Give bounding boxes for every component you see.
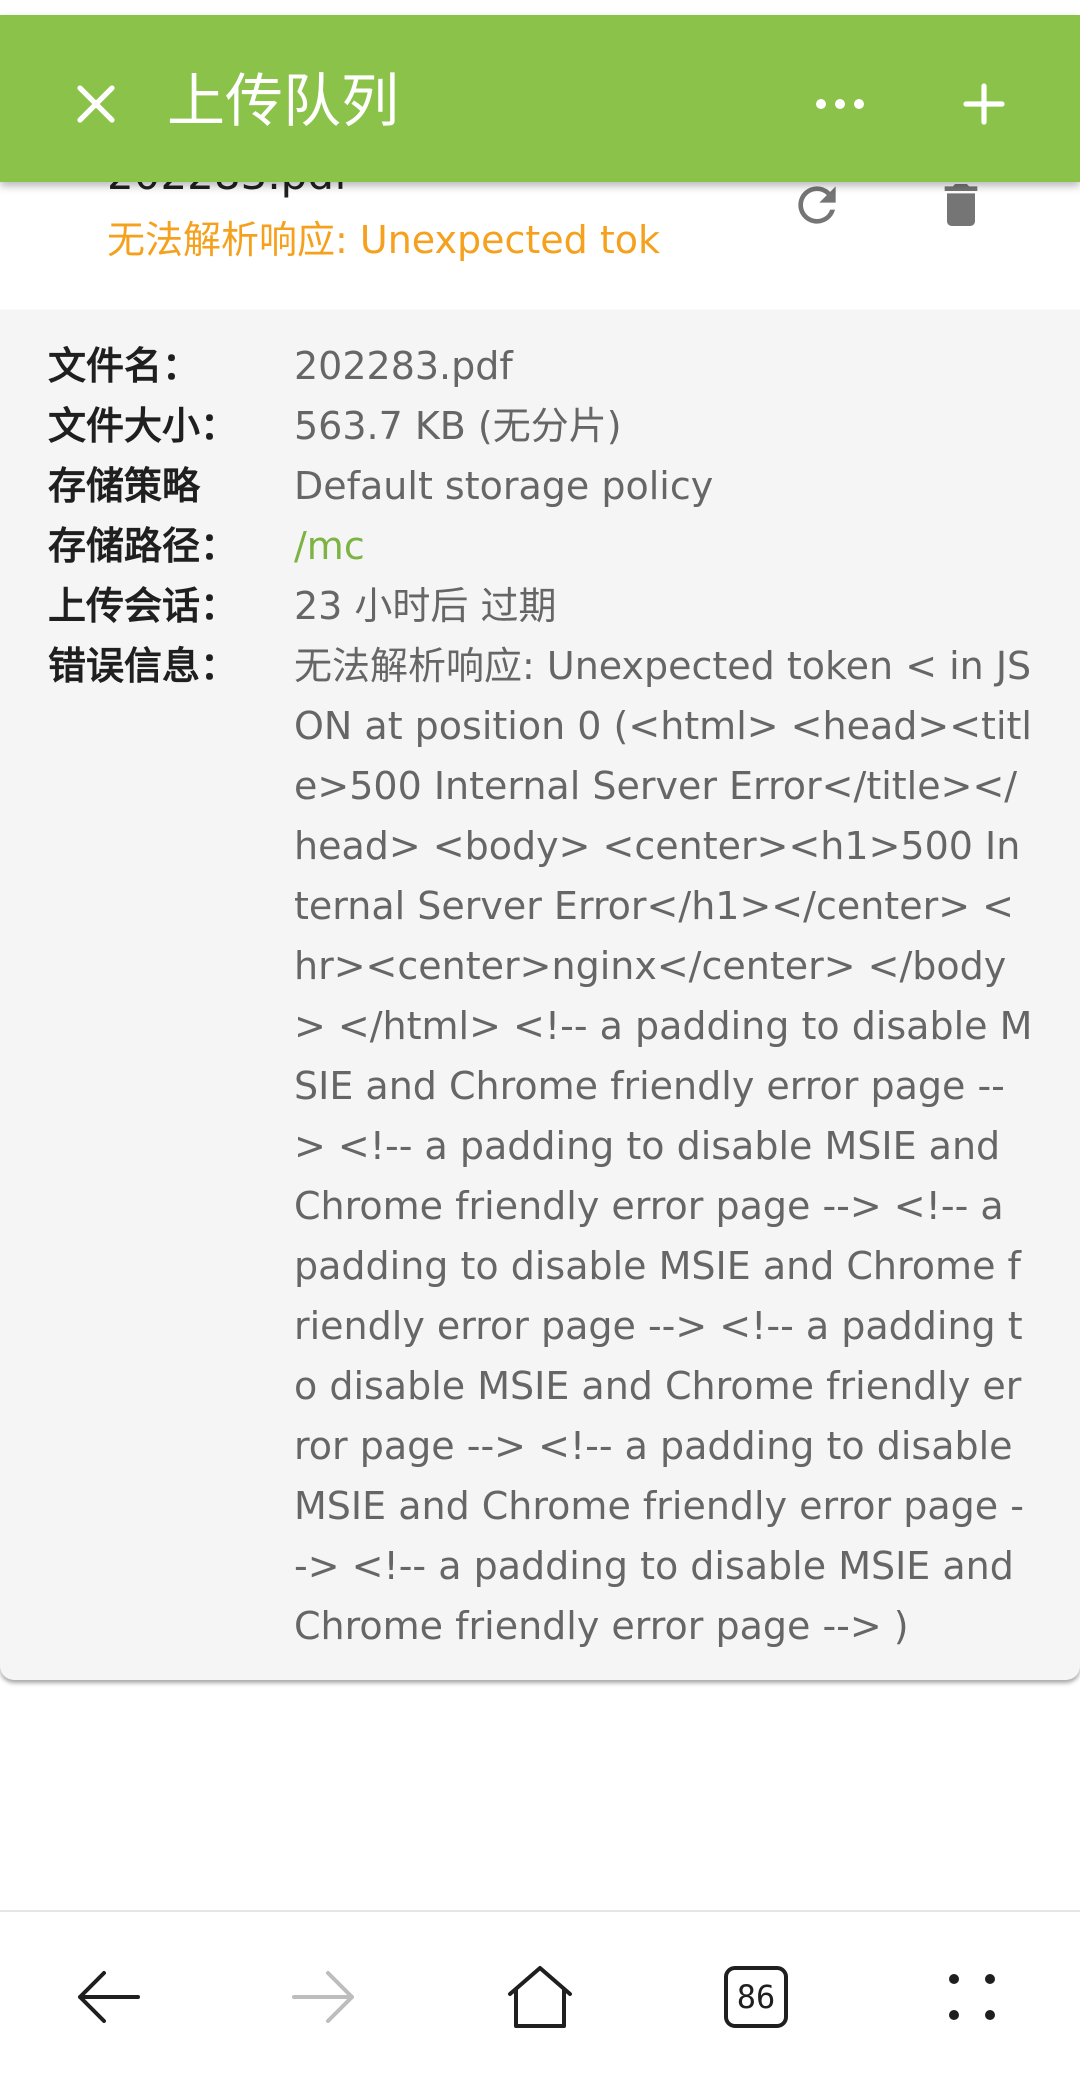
arrow-left-icon xyxy=(78,1971,140,2023)
session-label: 上传会话： xyxy=(48,584,239,628)
add-upload-button[interactable] xyxy=(944,64,1024,144)
upload-detail-panel: 文件名： 202283.pdf 文件大小： 563.7 KB (无分片) 存储策… xyxy=(0,310,1080,1680)
arrow-right-icon xyxy=(292,1971,354,2023)
app-bar: 上传队列 xyxy=(0,15,1080,182)
back-button[interactable] xyxy=(58,1952,158,2042)
policy-value: Default storage policy xyxy=(294,464,714,508)
home-button[interactable] xyxy=(490,1952,590,2042)
session-value: 23 小时后 过期 xyxy=(294,584,557,628)
size-label: 文件大小： xyxy=(48,404,239,448)
tabs-button[interactable]: 86 xyxy=(706,1952,806,2042)
close-icon xyxy=(77,85,115,123)
size-value: 563.7 KB (无分片) xyxy=(294,404,622,448)
error-label: 错误信息： xyxy=(48,644,239,688)
more-options-button[interactable] xyxy=(800,64,880,144)
refresh-icon xyxy=(798,186,836,224)
close-button[interactable] xyxy=(56,64,136,144)
browser-menu-button[interactable] xyxy=(922,1952,1022,2042)
filename-label: 文件名： xyxy=(48,344,201,388)
item-error-summary: 无法解析响应: Unexpected tok xyxy=(107,218,661,262)
path-label: 存储路径： xyxy=(48,524,239,568)
path-link[interactable]: /mc xyxy=(294,516,1034,576)
policy-label: 存储策略 xyxy=(48,464,201,508)
menu-dots-icon xyxy=(949,1974,995,2020)
trash-icon xyxy=(944,184,978,226)
add-icon xyxy=(963,83,1005,125)
home-icon xyxy=(508,1966,572,2028)
tab-count: 86 xyxy=(736,1978,776,2016)
browser-toolbar: 86 xyxy=(0,1910,1080,2081)
page-title: 上传队列 xyxy=(167,67,400,135)
error-message: 无法解析响应: Unexpected token < in JSON at po… xyxy=(294,644,1033,1648)
more-horizontal-icon xyxy=(816,99,864,109)
filename-value: 202283.pdf xyxy=(294,344,513,388)
forward-button[interactable] xyxy=(274,1952,374,2042)
